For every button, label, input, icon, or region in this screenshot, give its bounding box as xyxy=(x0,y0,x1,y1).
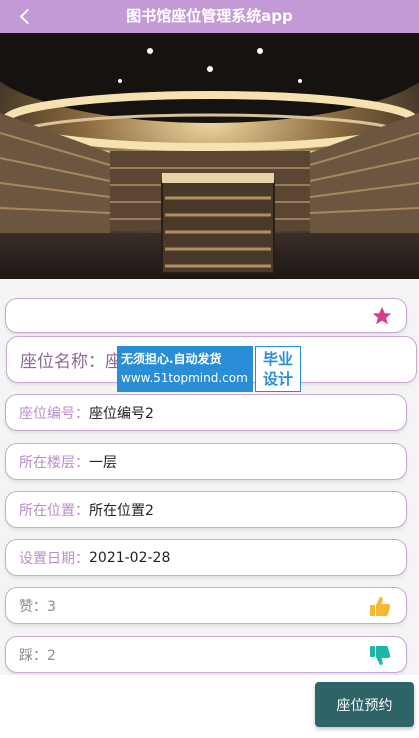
seat-number-card: 座位编号： 座位编号2 xyxy=(5,394,407,431)
likes-card: 赞：3 xyxy=(5,587,407,624)
location-value: 所在位置2 xyxy=(89,502,154,519)
floor-label: 所在楼层： xyxy=(19,454,89,471)
seat-name-label: 座位名称： xyxy=(20,352,105,372)
star-icon[interactable] xyxy=(371,305,393,327)
library-banner-image xyxy=(0,33,419,279)
floor-value: 一层 xyxy=(89,454,117,471)
watermark-badge: 无须担心.自动发货 www.51topmind.com 毕业设计 xyxy=(117,346,301,392)
seat-number-value: 座位编号2 xyxy=(89,405,154,422)
favorite-card xyxy=(5,298,407,333)
seat-number-label: 座位编号： xyxy=(19,405,89,422)
likes-count: 赞：3 xyxy=(19,598,56,615)
dislikes-card: 踩：2 xyxy=(5,636,407,673)
thumbs-up-icon[interactable] xyxy=(368,595,392,619)
app-header: 图书馆座位管理系统app xyxy=(0,0,419,33)
dislikes-count: 踩：2 xyxy=(19,647,56,664)
location-label: 所在位置： xyxy=(19,502,89,519)
watermark-text: 无须担心.自动发货 xyxy=(121,352,222,366)
page-title: 图书馆座位管理系统app xyxy=(126,7,293,25)
watermark-url: www.51topmind.com xyxy=(121,371,248,385)
floor-card: 所在楼层： 一层 xyxy=(5,443,407,480)
date-value: 2021-02-28 xyxy=(89,549,171,566)
reserve-seat-button[interactable]: 座位预约 xyxy=(315,682,414,727)
date-card: 设置日期： 2021-02-28 xyxy=(5,539,407,576)
thumbs-down-icon[interactable] xyxy=(368,643,392,667)
date-label: 设置日期： xyxy=(19,550,89,567)
watermark-side-text: 毕业设计 xyxy=(255,346,301,392)
location-card: 所在位置： 所在位置2 xyxy=(5,491,407,528)
